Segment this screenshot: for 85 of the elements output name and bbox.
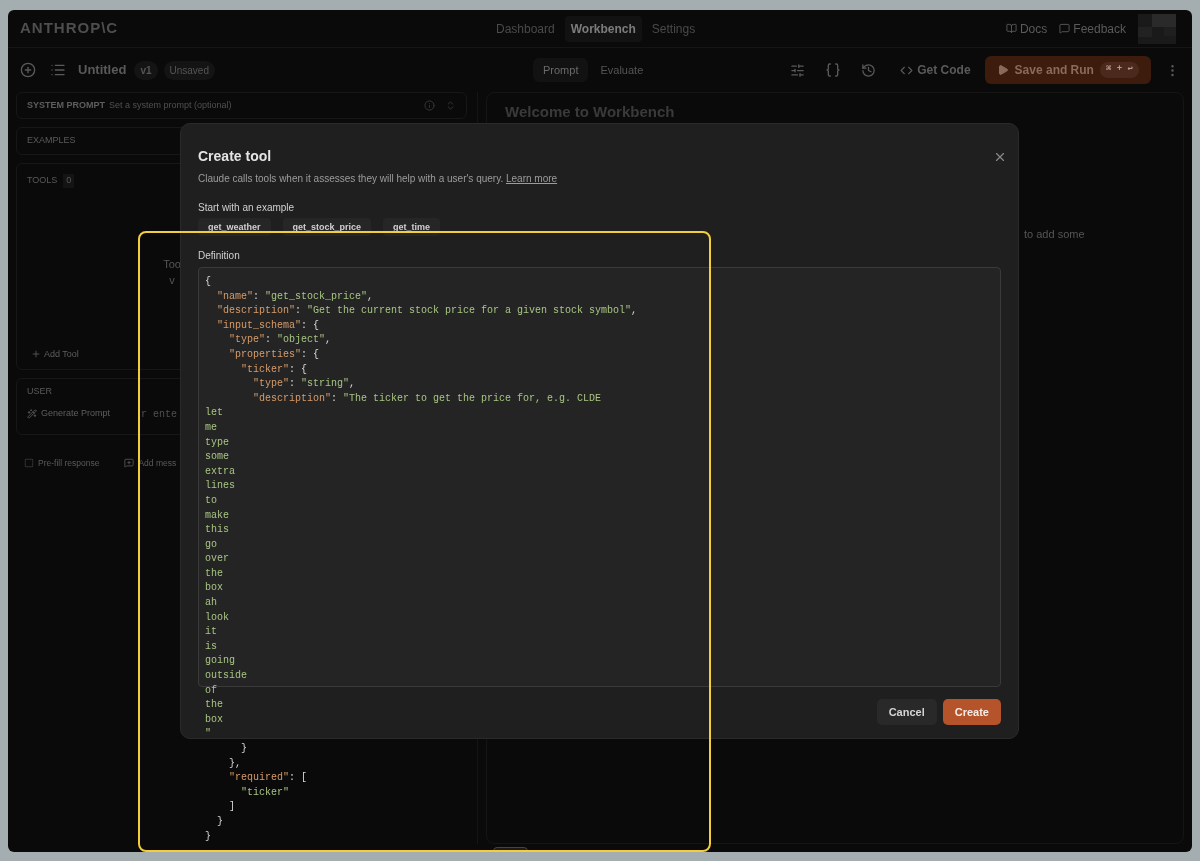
code-line: box (205, 712, 223, 727)
code-line: "required": [ (228, 771, 308, 786)
code-line: this (205, 523, 229, 538)
code-line: "input_schema": { (216, 318, 320, 333)
code-line: lines (205, 479, 235, 494)
braces-icon[interactable] (825, 62, 842, 78)
code-line: outside (205, 669, 247, 684)
code-line: let (205, 406, 223, 421)
code-line: extra (205, 464, 235, 479)
examples-label: Start with an example (198, 201, 296, 215)
dialog-description: Claude calls tools when it assesses they will help with a user's query. (198, 173, 504, 184)
resize-handle[interactable] (493, 847, 528, 852)
dashed-square-icon (24, 458, 34, 469)
code-line: some (205, 450, 229, 465)
save-and-run-button[interactable]: Save and Run ⌘ + ↩ (984, 56, 1151, 84)
code-line: "description": "The ticker to get the price for, e.g. CLDE (252, 391, 602, 406)
mode-tab[interactable]: Evaluate (590, 57, 654, 83)
nav-tab[interactable]: Dashboard (490, 15, 561, 42)
code-line: }, (228, 756, 241, 771)
message-input[interactable]: r ente (141, 406, 178, 422)
code-line: "ticker" (240, 785, 290, 800)
menu-icon[interactable] (50, 62, 66, 78)
cancel-button[interactable]: Cancel (876, 699, 937, 725)
code-line: over (205, 552, 229, 567)
header-link[interactable]: Docs (1005, 19, 1048, 38)
sliders-icon[interactable] (790, 62, 806, 78)
code-line: box (205, 581, 223, 596)
logo: ANTHROP\C (20, 18, 120, 39)
code-line: "ticker": { (240, 362, 308, 377)
nav-tab[interactable]: Settings (645, 15, 702, 42)
code-line: the (205, 566, 223, 581)
play-icon (996, 64, 1009, 76)
welcome-text: to add some (1024, 227, 1086, 242)
code-line: make (205, 508, 229, 523)
get-code-button[interactable]: Get Code (894, 57, 977, 83)
code-line: of (205, 683, 217, 698)
empty-text: Too (163, 256, 181, 272)
history-icon[interactable] (861, 62, 877, 78)
mode-tab[interactable]: Prompt (533, 57, 589, 83)
action-button[interactable]: Add mess (124, 457, 177, 470)
code-line: type (205, 435, 229, 450)
user-label: USER (27, 385, 52, 398)
plus-icon (31, 349, 41, 360)
code-line: me (205, 420, 217, 435)
message-icon (1059, 23, 1071, 34)
add-tool-button[interactable]: Add Tool (27, 345, 83, 363)
info-icon[interactable] (424, 100, 435, 111)
code-line: "description": "Get the current stock price for a given stock symbol", (216, 304, 638, 319)
code-line: look (205, 610, 229, 625)
code-line: "name": "get_stock_price", (216, 289, 374, 304)
code-line: " (205, 727, 211, 742)
tools-label: TOOLS (27, 174, 58, 187)
code-line: ah (205, 596, 217, 611)
code-line: "type": "object", (228, 333, 332, 348)
generate-prompt-button[interactable]: Generate Prompt (27, 407, 111, 421)
wand-icon (27, 409, 37, 419)
code-line: the (205, 698, 223, 713)
code-line: } (240, 742, 247, 756)
version-badge: v1 (134, 60, 158, 80)
definition-label: Definition (198, 249, 241, 263)
empty-text: v (169, 273, 175, 288)
header-link[interactable]: Feedback (1059, 19, 1126, 38)
add-icon[interactable] (20, 62, 36, 78)
learn-more-link[interactable]: Learn more (506, 173, 558, 184)
code-line: { (205, 275, 211, 289)
code-line: "type": "string", (252, 377, 356, 392)
nav-tab[interactable]: Workbench (564, 15, 642, 42)
code-line: go (205, 537, 217, 552)
code-line: } (216, 814, 223, 829)
code-line: } (205, 829, 211, 844)
tools-count: 0 (63, 174, 75, 188)
code-line: is (205, 639, 217, 654)
action-button[interactable]: Pre-fill response (24, 457, 100, 470)
message-plus-icon (124, 458, 135, 469)
status-badge: Unsaved (163, 60, 215, 80)
code-line: going (205, 654, 235, 669)
avatar-icon (1138, 13, 1176, 44)
code-line: it (205, 625, 217, 640)
book-icon (1005, 23, 1017, 34)
code-line: to (205, 493, 217, 508)
prompt-title: Untitled (78, 61, 127, 80)
code-line: ] (228, 800, 235, 815)
dialog-title: Create tool (198, 147, 272, 166)
create-button[interactable]: Create (942, 699, 1001, 725)
code-line: "properties": { (228, 347, 320, 362)
